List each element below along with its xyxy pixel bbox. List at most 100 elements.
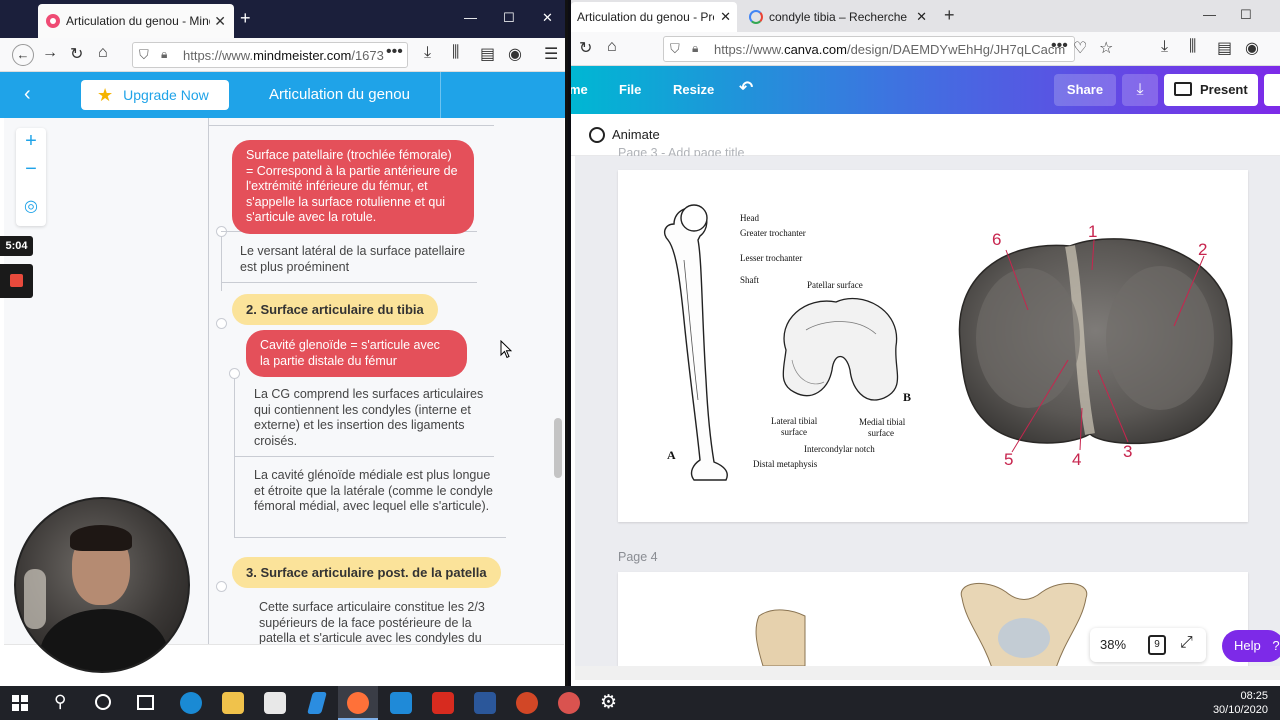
task-view-icon[interactable] bbox=[137, 695, 154, 710]
page4-label[interactable]: Page 4 bbox=[618, 550, 658, 564]
close-tab-icon[interactable]: ✕ bbox=[720, 9, 731, 25]
resize-menu[interactable]: Resize bbox=[673, 82, 714, 97]
home-icon[interactable]: ⌂ bbox=[607, 38, 617, 56]
presenter-hair bbox=[70, 525, 132, 551]
edge-icon[interactable] bbox=[180, 692, 202, 714]
page3-label[interactable]: Page 3 - Add page title bbox=[618, 146, 744, 156]
tab-mindmeister[interactable]: Articulation du genou - MindMeister ✕ bbox=[38, 4, 234, 38]
reload-icon[interactable]: ↻ bbox=[579, 38, 592, 58]
store-icon[interactable] bbox=[264, 692, 286, 714]
branch-line bbox=[208, 118, 209, 644]
library-icon[interactable]: ⫼ bbox=[452, 44, 459, 62]
url-domain: canva.com bbox=[784, 42, 847, 57]
node-patella-heading[interactable]: 3. Surface articulaire post. de la patel… bbox=[232, 557, 501, 588]
node-patellar-surface[interactable]: Surface patellaire (trochlée fémorale) =… bbox=[232, 140, 474, 234]
file-menu[interactable]: File bbox=[619, 82, 641, 97]
reload-icon[interactable]: ↻ bbox=[70, 44, 83, 64]
file-explorer-icon[interactable] bbox=[222, 692, 244, 714]
firefox-icon[interactable] bbox=[347, 692, 369, 714]
fullscreen-icon[interactable]: ⤢ bbox=[1180, 634, 1193, 652]
present-label: Present bbox=[1200, 82, 1248, 97]
back-chevron-icon[interactable]: ‹ bbox=[24, 83, 31, 106]
page-actions-icon[interactable]: ••• bbox=[386, 43, 403, 61]
powerpoint-icon[interactable] bbox=[516, 692, 538, 714]
zoom-out-icon[interactable]: − bbox=[16, 158, 46, 181]
stop-recording-button[interactable] bbox=[0, 264, 33, 298]
node-tibia-heading[interactable]: 2. Surface articulaire du tibia bbox=[232, 294, 438, 325]
download-button[interactable]: ⤓ bbox=[1122, 74, 1158, 106]
tab-google-search[interactable]: condyle tibia – Recherche Google ✕ bbox=[743, 2, 933, 32]
pocket-icon[interactable]: ♡ bbox=[1073, 38, 1087, 58]
upgrade-button[interactable]: ★ Upgrade Now bbox=[81, 80, 229, 110]
app-icon[interactable] bbox=[307, 692, 327, 714]
sidebar-icon[interactable]: ▤ bbox=[480, 44, 495, 64]
tab-title: Articulation du genou - Presentation bbox=[577, 10, 714, 24]
page-3[interactable]: Head Greater trochanter Lesser trochante… bbox=[618, 170, 1248, 522]
search-icon[interactable]: ⚲ bbox=[54, 692, 66, 712]
maximize-icon[interactable]: ☐ bbox=[1240, 7, 1252, 23]
close-tab-icon[interactable]: ✕ bbox=[214, 13, 226, 30]
animate-button[interactable]: Animate bbox=[612, 127, 660, 142]
mouse-cursor-icon bbox=[500, 340, 512, 359]
menu-icon[interactable]: ☰ bbox=[544, 44, 558, 64]
forward-icon[interactable]: → bbox=[42, 44, 58, 62]
acrobat-icon[interactable] bbox=[432, 692, 454, 714]
home-icon[interactable]: ⌂ bbox=[98, 44, 108, 62]
zoom-controls: 38% 9 ⤢ bbox=[1090, 628, 1206, 662]
minimize-icon[interactable]: — bbox=[1203, 7, 1216, 22]
address-bar[interactable]: ⛉ 🔒︎ https://www.canva.com/design/DAEMDY… bbox=[663, 36, 1075, 62]
download-icon[interactable]: ⤓ bbox=[1161, 38, 1168, 56]
library-icon[interactable]: ⫼ bbox=[1189, 38, 1196, 56]
page-count-button[interactable]: 9 bbox=[1148, 635, 1166, 655]
system-clock[interactable]: 08:25 30/10/2020 bbox=[1213, 689, 1268, 717]
snagit-icon[interactable] bbox=[558, 692, 580, 714]
center-map-icon[interactable]: ◎ bbox=[16, 196, 46, 216]
new-tab-icon[interactable]: + bbox=[944, 5, 955, 26]
minimize-icon[interactable]: — bbox=[464, 10, 477, 25]
new-tab-icon[interactable]: + bbox=[240, 8, 251, 29]
address-bar[interactable]: ⛉ 🔒︎ https://www.mindmeister.com/1673 bbox=[132, 42, 408, 68]
mindmeister-header: ‹ ★ Upgrade Now Articulation du genou bbox=[0, 72, 565, 118]
node-patella-note[interactable]: Cette surface articulaire constitue les … bbox=[259, 600, 497, 644]
sidebar-icon[interactable]: ▤ bbox=[1217, 38, 1232, 58]
bookmark-star-icon[interactable]: ☆ bbox=[1099, 38, 1113, 58]
home-menu[interactable]: me bbox=[571, 82, 588, 97]
undo-icon[interactable]: ↶ bbox=[739, 78, 753, 98]
node-glenoid-cavity[interactable]: Cavité glenoïde = s'articule avec la par… bbox=[246, 330, 467, 377]
zoom-level[interactable]: 38% bbox=[1100, 637, 1126, 652]
url-prefix: https://www. bbox=[714, 42, 785, 57]
share-button[interactable]: Share bbox=[1054, 74, 1116, 106]
node-cg-note[interactable]: La CG comprend les surfaces articulaires… bbox=[254, 387, 494, 449]
label-a: A bbox=[667, 448, 676, 462]
vertical-scrollbar[interactable] bbox=[554, 418, 562, 478]
help-label: Help bbox=[1234, 638, 1261, 653]
more-options-button[interactable] bbox=[1264, 74, 1280, 106]
canva-menu-bar: me File Resize ↶ Share ⤓ Present bbox=[571, 66, 1280, 114]
recording-timer: 5:04 bbox=[0, 236, 33, 256]
account-icon[interactable]: ◉ bbox=[508, 44, 522, 64]
present-button[interactable]: Present bbox=[1164, 74, 1258, 106]
url-rest: /design/DAEMDYwEhHg/JH7qLCacm bbox=[846, 42, 1066, 57]
animate-icon[interactable] bbox=[589, 127, 605, 143]
label-medial-tibial-2: surface bbox=[868, 428, 894, 438]
cortana-icon[interactable] bbox=[95, 694, 111, 710]
account-icon[interactable]: ◉ bbox=[1245, 38, 1259, 58]
node-lateral-note[interactable]: Le versant latéral de la surface patella… bbox=[240, 244, 476, 275]
node-medial-note[interactable]: La cavité glénoïde médiale est plus long… bbox=[254, 468, 500, 515]
close-tab-icon[interactable]: ✕ bbox=[916, 9, 927, 25]
settings-gear-icon[interactable]: ⚙ bbox=[600, 691, 617, 714]
page-actions-icon[interactable]: ••• bbox=[1051, 37, 1068, 55]
mail-icon[interactable] bbox=[390, 692, 412, 714]
close-window-icon[interactable]: ✕ bbox=[542, 10, 553, 26]
download-icon[interactable]: ⤓ bbox=[424, 44, 431, 62]
word-icon[interactable] bbox=[474, 692, 496, 714]
connector bbox=[234, 537, 506, 538]
tab-canva-presentation[interactable]: Articulation du genou - Presentation ✕ bbox=[571, 2, 737, 32]
help-button[interactable]: Help ? bbox=[1222, 630, 1280, 662]
zoom-in-icon[interactable]: + bbox=[16, 130, 46, 153]
maximize-icon[interactable]: ☐ bbox=[503, 10, 515, 26]
back-icon[interactable]: ← bbox=[12, 44, 34, 66]
horizontal-scrollbar[interactable] bbox=[575, 666, 1280, 680]
windows-start-icon[interactable] bbox=[12, 695, 28, 711]
label-lateral-tibial-1: Lateral tibial bbox=[771, 416, 818, 426]
